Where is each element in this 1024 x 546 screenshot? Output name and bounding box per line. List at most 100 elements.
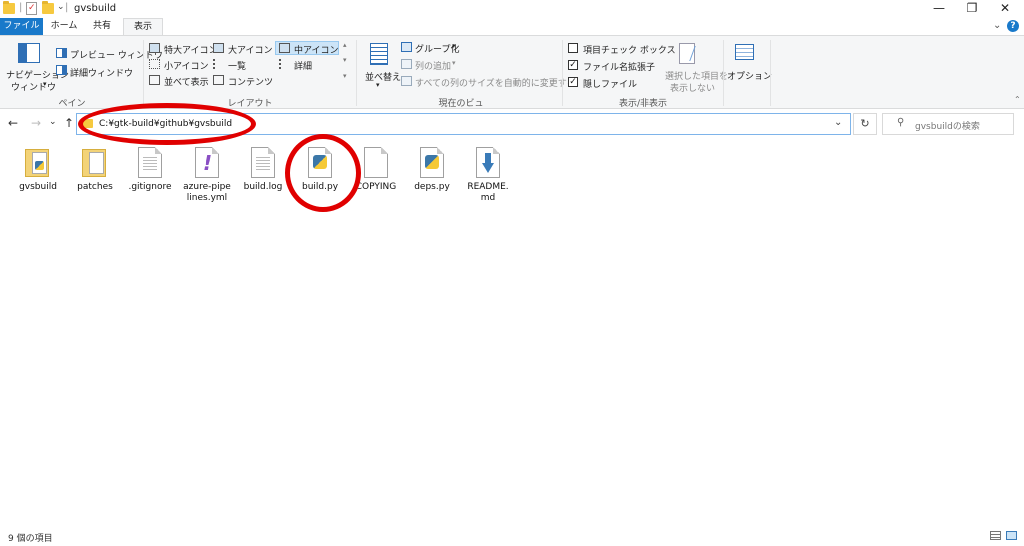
more-layouts-icon[interactable]: ▾ [343,72,347,80]
navigation-pane-icon[interactable] [18,43,40,63]
search-box[interactable]: ⚲ gvsbuildの検索 [882,113,1014,135]
chevron-down-icon[interactable]: ▾ [43,80,47,88]
refresh-button[interactable]: ↻ [853,113,877,135]
details-pane-button[interactable]: 詳細ウィンドウ [70,66,133,79]
details-view-icon[interactable] [990,531,1001,540]
python-file-icon [420,147,444,178]
file-item-build-py[interactable]: build.py [296,147,344,193]
divider [723,40,724,106]
status-item-count: 9 個の項目 [8,534,53,544]
layout-medium-icons[interactable]: 中アイコン [294,43,339,56]
collapse-ribbon-icon[interactable]: ⌃ [1014,95,1021,104]
folder-icon [83,119,93,128]
search-icon: ⚲ [897,117,905,128]
forward-button[interactable]: → [31,116,41,130]
file-name: azure-pipelines.yml [183,182,231,203]
layout-list[interactable]: 一覧 [228,59,246,72]
file-name: build.py [301,182,339,192]
address-dropdown-button[interactable]: ⌄ [834,117,842,128]
separator: | [65,2,69,13]
file-name: build.log [243,182,283,192]
file-item-azure-pipelines[interactable]: ! azure-pipelines.yml [183,147,231,204]
tiles-icon [149,75,160,85]
layout-details[interactable]: 詳細 [294,59,312,72]
quick-access-dropdown-icon[interactable]: ⌄ [57,2,65,12]
divider [770,40,771,106]
ribbon: ナビゲーション ウィンドウ ▾ プレビュー ウィンドウ 詳細ウィンドウ ペイン … [0,35,1024,122]
properties-icon[interactable]: ✓ [26,2,37,15]
layout-content[interactable]: コンテンツ [228,75,273,88]
hide-selected-items-icon[interactable] [679,43,696,64]
options-icon[interactable] [735,44,754,60]
divider [562,40,563,106]
file-item-readme[interactable]: README.md [464,147,512,204]
search-placeholder[interactable]: gvsbuildの検索 [915,119,980,132]
chevron-down-icon[interactable]: ▾ [376,81,380,89]
hidden-items-label[interactable]: 隠しファイル [583,77,637,90]
file-item-gvsbuild[interactable]: gvsbuild [14,147,62,193]
file-name-extensions-checkbox[interactable]: ✓ [568,60,578,70]
item-check-boxes-label[interactable]: 項目チェック ボックス [583,43,676,56]
hide-selected-items-label-2[interactable]: 表示しない [670,81,715,94]
back-button[interactable]: ← [8,116,18,130]
scroll-down-icon[interactable]: ▾ [343,56,347,64]
close-button[interactable]: ✕ [988,0,1022,18]
ribbon-tabs: ファイル ホーム 共有 表示 ⌄ ? [0,18,1024,36]
markdown-file-icon [476,147,500,178]
tab-view[interactable]: 表示 [123,18,163,36]
layout-tiles[interactable]: 並べて表示 [164,75,209,88]
list-icon [213,59,224,69]
layout-large-icons[interactable]: 大アイコン [228,43,273,56]
sort-by-button[interactable]: 並べ替え [365,70,401,83]
chevron-down-icon[interactable]: ▾ [452,59,456,67]
folder-icon [3,1,15,14]
new-folder-icon[interactable] [42,1,54,14]
file-name-extensions-label[interactable]: ファイル名拡張子 [583,60,655,73]
up-button[interactable]: ↑ [64,116,74,130]
large-icons-icon [213,43,224,53]
yml-file-icon: ! [195,147,219,178]
hidden-items-checkbox[interactable]: ✓ [568,77,578,87]
address-path[interactable]: C:¥gtk-build¥github¥gvsbuild [99,119,232,129]
small-icons-icon [149,59,160,69]
file-name: patches [77,182,113,192]
large-icons-view-icon[interactable] [1006,531,1017,540]
divider [143,40,144,106]
sort-by-icon[interactable] [370,43,388,65]
size-all-columns-button[interactable]: すべての列のサイズを自動的に変更する [415,76,576,89]
address-bar[interactable]: C:¥gtk-build¥github¥gvsbuild ⌄ [76,113,851,135]
group-by-icon [401,42,412,52]
size-columns-icon [401,76,412,86]
file-item-copying[interactable]: COPYING [352,147,400,193]
recent-locations-button[interactable]: ⌄ [49,117,57,127]
group-label-layout: レイアウト [227,99,273,109]
file-item-deps-py[interactable]: deps.py [408,147,456,193]
file-item-build-log[interactable]: build.log [239,147,287,193]
file-item-patches[interactable]: patches [71,147,119,193]
options-button[interactable]: オプション [727,69,772,82]
expand-ribbon-icon[interactable]: ⌄ [993,20,1001,31]
help-icon[interactable]: ? [1007,20,1019,32]
details-pane-icon[interactable] [56,65,67,75]
details-icon [279,59,290,69]
tab-share[interactable]: 共有 [84,18,120,35]
tab-home[interactable]: ホーム [46,18,82,35]
add-columns-button[interactable]: 列の追加 [415,59,451,72]
content-icon [213,75,224,85]
python-file-icon [308,147,332,178]
separator: | [19,2,23,13]
maximize-button[interactable]: ❐ [955,0,989,18]
scroll-up-icon[interactable]: ▴ [343,41,347,49]
chevron-down-icon[interactable]: ▾ [452,42,456,50]
navigation-pane-label-2[interactable]: ウィンドウ [11,80,56,93]
file-item-gitignore[interactable]: .gitignore [126,147,174,193]
item-check-boxes-checkbox[interactable] [568,43,578,53]
preview-pane-icon[interactable] [56,48,67,58]
layout-small-icons[interactable]: 小アイコン [164,59,209,72]
text-file-icon [251,147,275,178]
text-file-icon [138,147,162,178]
minimize-button[interactable]: — [922,0,956,18]
layout-extra-large-icons[interactable]: 特大アイコン [164,43,218,56]
tab-file[interactable]: ファイル [0,18,43,35]
group-label-show-hide: 表示/非表示 [618,99,668,109]
